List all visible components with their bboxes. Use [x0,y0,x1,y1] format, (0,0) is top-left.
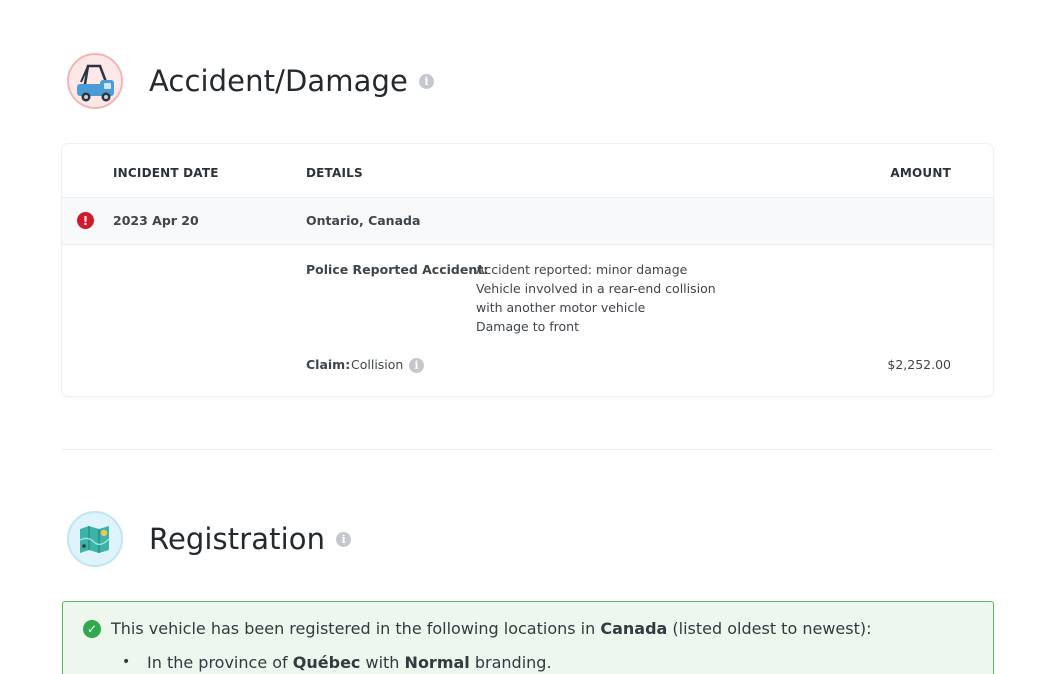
list-item: In the province of Québec with Normal br… [147,653,552,672]
registration-summary-prefix: This vehicle has been registered in the … [111,619,596,638]
amount-header: AMOUNT [890,166,951,180]
police-report-line: Vehicle involved in a rear-end collision [476,281,716,296]
tow-truck-icon [66,52,124,110]
police-report-line: Damage to front [476,319,579,334]
police-report-lines: Accident reported: minor damage Vehicle … [476,260,716,336]
report-page: Accident/Damage i INCIDENT DATE DETAILS … [0,0,1051,674]
check-icon: ✓ [83,620,101,638]
incident-location: Ontario, Canada [306,213,421,228]
claim-amount: $2,252.00 [887,357,951,372]
registration-province: Québec [292,653,361,672]
table-header: INCIDENT DATE DETAILS AMOUNT [62,144,993,198]
police-report-label: Police Reported Accident: [306,262,489,277]
bullet-icon: • [122,654,131,670]
info-icon[interactable]: i [336,531,352,547]
registration-section-header: Registration i [66,510,352,568]
info-icon[interactable]: i [409,358,424,373]
registration-entry-suffix: branding. [474,653,552,672]
section-divider [62,449,993,450]
police-report-line: with another motor vehicle [476,300,646,315]
police-report-line: Accident reported: minor damage [476,262,688,277]
accident-section-header: Accident/Damage i [66,52,434,110]
incident-date-header: INCIDENT DATE [113,166,219,180]
accident-table: INCIDENT DATE DETAILS AMOUNT ! 2023 Apr … [62,144,993,396]
details-header: DETAILS [306,166,363,180]
map-icon [66,510,124,568]
info-icon[interactable]: i [418,73,434,89]
registration-entry-middle: with [365,653,400,672]
claim-type: Collision [351,357,404,372]
registration-country: Canada [600,619,668,638]
claim-label: Claim: [306,357,351,372]
accident-section-title: Accident/Damage [149,64,408,98]
registration-summary-suffix: (listed oldest to newest): [672,619,872,638]
registration-entry-prefix: In the province of [147,653,288,672]
registration-summary: This vehicle has been registered in the … [111,619,871,638]
table-row: ! 2023 Apr 20 Ontario, Canada [62,198,993,245]
registration-branding: Normal [404,653,470,672]
registration-section-title: Registration [149,522,326,556]
incident-date: 2023 Apr 20 [113,213,199,228]
registration-notice: ✓ This vehicle has been registered in th… [62,601,994,674]
alert-icon: ! [77,212,94,229]
